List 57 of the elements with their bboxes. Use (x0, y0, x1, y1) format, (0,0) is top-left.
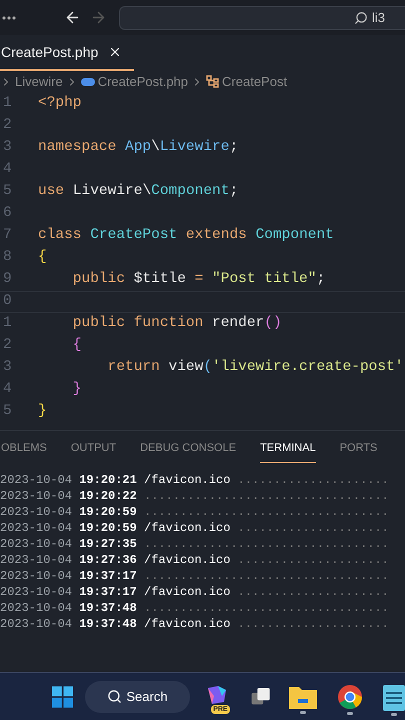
class-icon (206, 75, 220, 88)
search-icon (107, 689, 122, 704)
terminal-line: 2023-10-04 19:20:22 .................................. (0, 488, 390, 504)
terminal-line: 2023-10-04 19:20:59 /favicon.ico ..................... (0, 520, 390, 536)
taskbar-search[interactable]: Search (85, 680, 190, 712)
folder-icon[interactable] (288, 684, 317, 708)
line-number: 5 (2, 182, 13, 202)
more-icon[interactable] (2, 16, 16, 20)
search-icon (354, 10, 368, 24)
code-line: use Livewire\Component; (38, 182, 238, 202)
terminal-line: 2023-10-04 19:37:48 .................................. (0, 600, 390, 616)
panel-tab[interactable]: OBLEMS (0, 434, 47, 464)
terminal-line: 2023-10-04 19:37:17 .................................. (0, 568, 390, 584)
panel-tab[interactable]: DEBUG CONSOLE (140, 434, 236, 464)
code-line: return view('livewire.create-post' (106, 358, 404, 378)
code-line: public $title = "Post title"; (72, 270, 326, 290)
code-line: { (38, 248, 47, 268)
code-line: { (72, 336, 82, 356)
line-number: 1 (2, 94, 13, 114)
breadcrumb-item[interactable]: CreatePost.php (98, 72, 188, 92)
code-line: <?php (38, 94, 82, 114)
line-number: 4 (2, 160, 13, 180)
code-line: namespace App\Livewire; (38, 138, 238, 158)
line-number: 1 (2, 314, 13, 334)
code-line: } (38, 402, 47, 422)
breadcrumb-item[interactable]: Livewire (15, 72, 63, 92)
code-line: class CreatePost extends Component (38, 226, 334, 246)
code-line: } (72, 380, 82, 400)
line-number: 3 (2, 358, 13, 378)
line-number: 7 (2, 226, 13, 246)
line-number: 2 (2, 116, 13, 136)
line-number: 6 (2, 204, 13, 224)
line-number: 2 (2, 336, 13, 356)
breadcrumb-item[interactable]: CreatePost (222, 72, 288, 92)
search-value: li3 (372, 8, 385, 27)
line-number: 3 (2, 138, 13, 158)
terminal-line: 2023-10-04 19:20:59 .................................. (0, 504, 390, 520)
terminal-line: 2023-10-04 19:27:35 .................................. (0, 536, 390, 552)
line-number: 5 (2, 402, 13, 422)
line-number: 4 (2, 380, 13, 400)
terminal-line: 2023-10-04 19:27:36 /favicon.ico ..................... (0, 552, 390, 568)
code-line: public function render() (72, 314, 282, 334)
chrome-icon[interactable] (336, 684, 363, 710)
terminal-line: 2023-10-04 19:37:48 /favicon.ico ..................... (0, 616, 390, 632)
search-field[interactable]: li3 (119, 6, 405, 30)
back-icon[interactable] (64, 9, 81, 26)
notepad-icon[interactable] (382, 682, 405, 710)
windows-logo-icon[interactable] (52, 684, 74, 710)
panel-tab[interactable]: PORTS (340, 434, 378, 464)
panel-tab[interactable]: OUTPUT (70, 434, 116, 464)
php-file-icon (80, 78, 95, 86)
terminal-line: 2023-10-04 19:37:17 /favicon.ico ..................... (0, 584, 390, 600)
panel-tab[interactable]: TERMINAL (260, 434, 316, 464)
line-number: 8 (2, 248, 13, 268)
terminal-line: 2023-10-04 19:20:21 /favicon.ico ..................... (0, 472, 390, 488)
line-number: 9 (2, 270, 13, 290)
line-number: 0 (2, 292, 13, 312)
